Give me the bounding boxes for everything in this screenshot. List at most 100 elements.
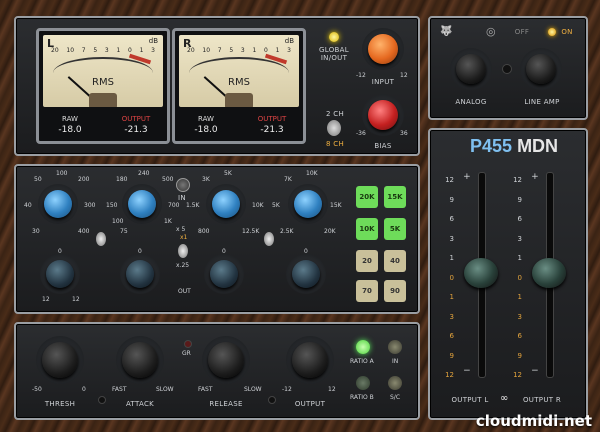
vu-meter-right: R dB 20 10 7 5 3 1 0 1 3 RMS RAW -18.0 O…: [172, 28, 306, 144]
eq-out-label: OUT: [178, 288, 191, 295]
analog-center-led: [502, 64, 512, 74]
shelf-5k-button[interactable]: 5K: [384, 218, 406, 240]
gain-tick: 0: [304, 248, 308, 255]
band1-freq-knob[interactable]: [44, 190, 72, 218]
gain-tick: 12: [42, 296, 50, 303]
band1-shape-toggle[interactable]: [96, 232, 106, 246]
scale-tick: 1: [275, 47, 280, 54]
ch8-label: 8 CH: [325, 140, 345, 148]
band1-gain-knob[interactable]: [46, 260, 74, 288]
band1-tick: 200: [78, 176, 90, 183]
plugin-frame: L dB 20 10 7 5 3 1 0 1 3 RMS RAW -18.0 O…: [0, 0, 600, 432]
output-scale-tick-left: 9: [449, 351, 454, 360]
output-scale-tick-right: 6: [517, 215, 522, 223]
thresh-min-label: -50: [32, 386, 42, 393]
band3-tick: 12.5K: [242, 228, 260, 235]
global-label-line1: GLOBAL: [319, 46, 349, 54]
band3-gain-knob[interactable]: [210, 260, 238, 288]
scale-tick: 1: [252, 47, 257, 54]
analog-knob[interactable]: [456, 54, 486, 84]
comp-in-label: IN: [392, 358, 399, 365]
x1-label: x1: [180, 234, 188, 241]
ratio-a-led[interactable]: [356, 340, 370, 354]
meter-mode-label: RMS: [228, 77, 250, 88]
scale-tick: 10: [202, 47, 211, 54]
output-scale-tick-left: 12: [445, 176, 454, 184]
output-scale-tick-right: 0: [517, 273, 522, 282]
output-l-label: OUTPUT L: [451, 396, 489, 404]
scale-tick: 3: [240, 47, 245, 54]
shelf-10k-button[interactable]: 10K: [356, 218, 378, 240]
output-scale-tick-right: 1: [517, 293, 522, 301]
output-scale-tick-right: 6: [517, 332, 522, 340]
bias-knob[interactable]: [368, 100, 398, 130]
scale-tick: 1: [116, 47, 121, 54]
shelf-90-button[interactable]: 90: [384, 280, 406, 302]
band3-tick: 10K: [252, 202, 264, 209]
minus-label-left: −: [463, 366, 471, 376]
band2-tick: 75: [120, 228, 128, 235]
output-readout: OUTPUT -21.3: [247, 115, 297, 135]
scale-tick: 7: [217, 47, 222, 54]
band4-shape-toggle[interactable]: [264, 232, 274, 246]
band1-tick: 400: [78, 228, 90, 235]
band1-tick: 40: [24, 202, 32, 209]
shelf-20k-button[interactable]: 20K: [356, 186, 378, 208]
x25-label: x.25: [176, 262, 190, 269]
ratio-b-led[interactable]: [356, 376, 370, 390]
scale-tick: 10: [66, 47, 75, 54]
band2-gain-knob[interactable]: [126, 260, 154, 288]
ch2-label: 2 CH: [325, 110, 345, 118]
band4-freq-knob[interactable]: [294, 190, 322, 218]
band1-tick: 30: [32, 228, 40, 235]
comp-in-led[interactable]: [388, 340, 402, 354]
raw-readout: RAW -18.0: [181, 115, 231, 135]
scale-tick: 3: [287, 47, 291, 54]
meter-db-unit: dB: [148, 37, 158, 45]
link-icon[interactable]: ∞: [500, 393, 508, 404]
band3-tick: 1.5K: [186, 202, 200, 209]
q-toggle[interactable]: [178, 244, 188, 258]
band4-tick: 5K: [272, 202, 280, 209]
release-slow-label: SLOW: [244, 386, 262, 393]
scale-tick: 20: [187, 47, 195, 54]
shelf-15k-button[interactable]: 15K: [384, 186, 406, 208]
output-l-fader[interactable]: [464, 258, 498, 288]
sc-led[interactable]: [388, 376, 402, 390]
minus-label-right: −: [531, 366, 539, 376]
scale-tick: 5: [229, 47, 234, 54]
gr-label: GR: [182, 350, 191, 357]
output-scale-tick-left: 0: [449, 273, 454, 282]
release-fast-label: FAST: [198, 386, 213, 393]
line-amp-knob[interactable]: [526, 54, 556, 84]
input-knob[interactable]: [368, 34, 398, 64]
channel-mode-toggle[interactable]: [327, 120, 341, 136]
thresh-knob[interactable]: [42, 342, 78, 378]
band2-freq-knob[interactable]: [128, 190, 156, 218]
eq-in-label: IN: [178, 194, 186, 202]
shelf-70-button[interactable]: 70: [356, 280, 378, 302]
raw-label: RAW: [62, 115, 78, 123]
attack-knob[interactable]: [122, 342, 158, 378]
watermark: cloudmidi.net: [475, 412, 592, 430]
scale-tick: 3: [151, 47, 155, 54]
output-knob[interactable]: [292, 342, 328, 378]
gain-tick: 0: [58, 248, 62, 255]
output-scale-tick-right: 12: [513, 176, 522, 184]
output-scale-tick-left: 12: [445, 371, 454, 379]
band3-freq-knob[interactable]: [212, 190, 240, 218]
scale-tick: 3: [104, 47, 109, 54]
eq-in-led[interactable]: [176, 178, 190, 192]
band4-tick: 10K: [306, 170, 318, 177]
release-knob[interactable]: [208, 342, 244, 378]
shelf-40-button[interactable]: 40: [384, 250, 406, 272]
output-scale-tick-left: 6: [449, 332, 454, 340]
title-prefix: P: [470, 136, 483, 156]
band4-gain-knob[interactable]: [292, 260, 320, 288]
output-readout: OUTPUT -21.3: [111, 115, 161, 135]
global-in-out-led[interactable]: [329, 32, 339, 42]
raw-value: -18.0: [194, 125, 218, 135]
output-r-fader[interactable]: [532, 258, 566, 288]
shelf-20-button[interactable]: 20: [356, 250, 378, 272]
bias-label: BIAS: [374, 142, 392, 150]
